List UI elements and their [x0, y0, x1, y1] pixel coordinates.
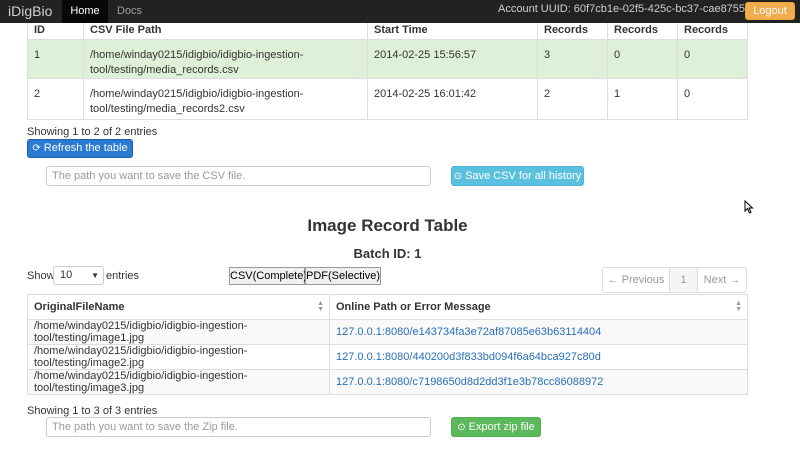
cell-records: 0	[677, 39, 748, 79]
image-record-title: Image Record Table	[307, 216, 468, 235]
csv-path-input[interactable]	[46, 166, 431, 186]
entries-label: entries	[106, 270, 140, 282]
cell-records: 0	[677, 78, 748, 120]
show-label: Show	[27, 270, 55, 282]
image-record-table: OriginalFileName ▲ ▼ Online Path or Error…	[27, 294, 748, 395]
cell-csv-path: /home/winday0215/idigbio/idigbio-ingesti…	[83, 78, 368, 120]
circle-arrow-icon: ⊙	[453, 171, 463, 182]
cell-online-path: 127.0.0.1:8080/c7198650d8d2dd3f1e3b78cc8…	[329, 369, 748, 395]
cell-id: 2	[27, 78, 84, 120]
export-csv-button[interactable]: CSV(Complete)	[229, 267, 307, 285]
previous-page-button[interactable]: ← Previous	[602, 267, 670, 293]
nav-docs[interactable]: Docs	[117, 0, 142, 23]
cell-records: 0	[607, 39, 678, 79]
cell-start-time: 2014-02-25 16:01:42	[367, 78, 538, 120]
cell-records: 3	[537, 39, 608, 79]
column-header-label: OriginalFileName	[34, 301, 125, 313]
cell-file-name: /home/winday0215/idigbio/idigbio-ingesti…	[27, 319, 330, 345]
column-header-label: Online Path or Error Message	[336, 301, 491, 313]
save-csv-button[interactable]: ⊙ Save CSV for all history	[451, 166, 584, 186]
table-row[interactable]: 2 /home/winday0215/idigbio/idigbio-inges…	[27, 78, 748, 120]
cell-id: 1	[27, 39, 84, 79]
page-length-value: 10	[60, 269, 73, 281]
image-table-info: Showing 1 to 3 of 3 entries	[27, 405, 158, 417]
caret-down-icon: ▼	[91, 271, 99, 280]
history-table: ID CSV File Path Start Time Records Reco…	[27, 17, 748, 120]
batch-id: Batch ID: 1	[353, 246, 422, 261]
sort-icon: ▲ ▼	[317, 300, 324, 313]
export-pdf-button[interactable]: PDF(Selective)	[305, 267, 381, 285]
table-row: /home/winday0215/idigbio/idigbio-ingesti…	[27, 369, 748, 395]
next-page-button[interactable]: Next →	[697, 267, 747, 293]
sort-icon: ▲ ▼	[735, 300, 742, 313]
online-path-link[interactable]: 127.0.0.1:8080/e143734fa3e72af87085e63b6…	[336, 326, 601, 338]
online-path-link[interactable]: 127.0.0.1:8080/440200d3f833bd094f6a64bca…	[336, 351, 601, 363]
cell-file-name: /home/winday0215/idigbio/idigbio-ingesti…	[27, 369, 330, 395]
nav-home[interactable]: Home	[62, 0, 108, 23]
table-row[interactable]: 1 /home/winday0215/idigbio/idigbio-inges…	[27, 39, 748, 79]
cell-records: 2	[537, 78, 608, 120]
online-path-link[interactable]: 127.0.0.1:8080/c7198650d8d2dd3f1e3b78cc8…	[336, 376, 603, 388]
cell-online-path: 127.0.0.1:8080/440200d3f833bd094f6a64bca…	[329, 344, 748, 370]
cell-online-path: 127.0.0.1:8080/e143734fa3e72af87085e63b6…	[329, 319, 748, 345]
cell-records: 1	[607, 78, 678, 120]
table-row: /home/winday0215/idigbio/idigbio-ingesti…	[27, 344, 748, 370]
export-zip-label: Export zip file	[468, 421, 535, 433]
circle-arrow-icon: ⊙	[457, 422, 466, 433]
logout-button[interactable]: Logout	[745, 2, 795, 20]
image-header-row: OriginalFileName ▲ ▼ Online Path or Error…	[27, 294, 748, 320]
brand-logo[interactable]: iDigBio	[8, 3, 52, 19]
account-uuid: Account UUID: 60f7cb1e-02f5-425c-bc37-ca…	[498, 3, 776, 15]
refresh-icon: ⟳	[32, 143, 41, 154]
column-header-online-path[interactable]: Online Path or Error Message ▲ ▼	[329, 294, 748, 320]
mouse-cursor-icon	[744, 200, 754, 214]
navbar: iDigBio Home Docs Account UUID: 60f7cb1e…	[0, 0, 800, 23]
column-header-original-file-name[interactable]: OriginalFileName ▲ ▼	[27, 294, 330, 320]
cell-start-time: 2014-02-25 15:56:57	[367, 39, 538, 79]
cell-file-name: /home/winday0215/idigbio/idigbio-ingesti…	[27, 344, 330, 370]
zip-path-input[interactable]	[46, 417, 431, 437]
history-table-info: Showing 1 to 2 of 2 entries	[27, 126, 158, 138]
save-csv-label: Save CSV for all history	[465, 170, 582, 182]
refresh-label: Refresh the table	[43, 142, 128, 154]
table-row: /home/winday0215/idigbio/idigbio-ingesti…	[27, 319, 748, 345]
page-length-select[interactable]: 10 ▼	[53, 266, 104, 285]
page-1-button[interactable]: 1	[669, 267, 698, 293]
cell-csv-path: /home/winday0215/idigbio/idigbio-ingesti…	[83, 39, 368, 79]
export-zip-button[interactable]: ⊙ Export zip file	[451, 417, 541, 437]
refresh-table-button[interactable]: ⟳ Refresh the table	[27, 139, 133, 158]
